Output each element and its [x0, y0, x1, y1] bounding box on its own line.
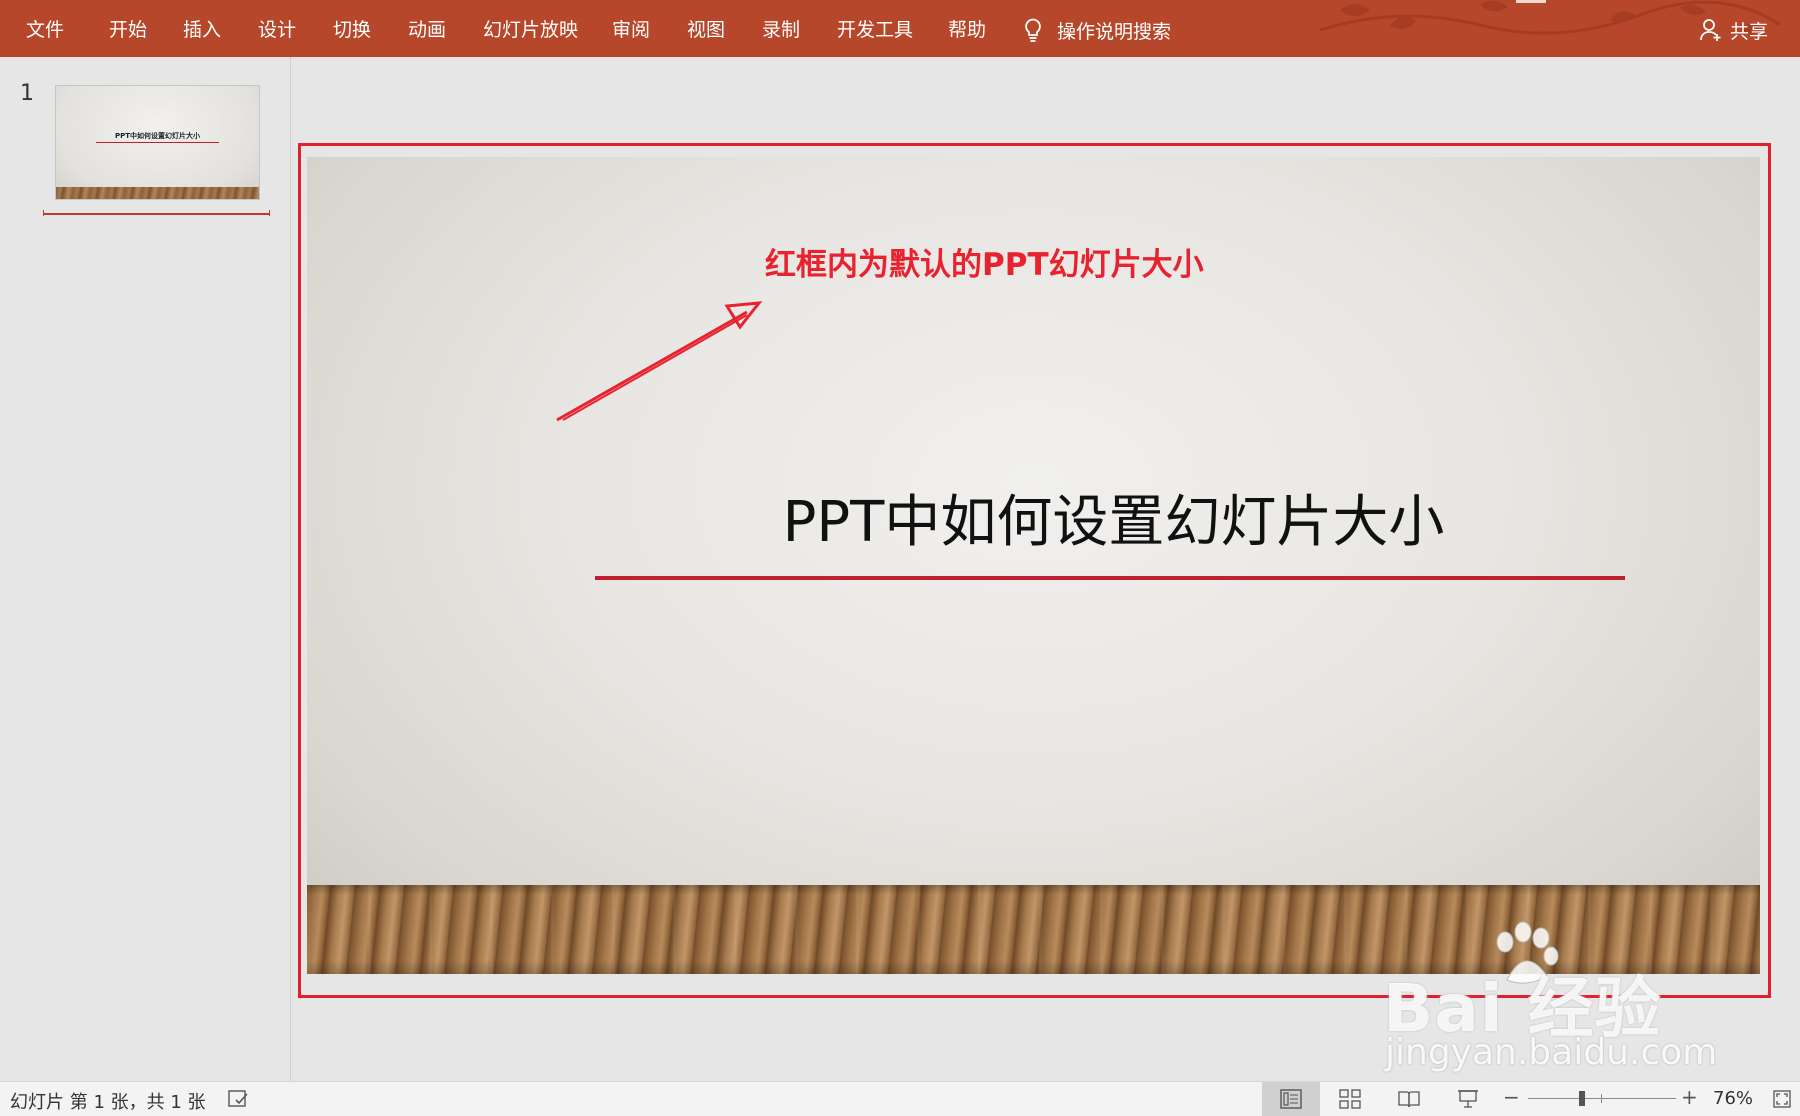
ribbon-tab-bar: 文件 开始 插入 设计 切换 动画 幻灯片放映 审阅 视图 录制 开发工具 帮助…	[0, 0, 1800, 57]
share-label: 共享	[1730, 20, 1769, 43]
tab-design[interactable]: 设计	[258, 18, 296, 42]
tab-animations[interactable]: 动画	[408, 18, 446, 42]
normal-view-button[interactable]	[1262, 1082, 1320, 1116]
tab-developer[interactable]: 开发工具	[837, 18, 913, 42]
tab-review[interactable]: 审阅	[612, 18, 650, 42]
tab-file[interactable]: 文件	[26, 18, 64, 42]
slideshow-view-button[interactable]	[1439, 1082, 1497, 1116]
thumbnail-floor	[56, 187, 259, 199]
status-bar: 幻灯片 第 1 张，共 1 张 − + 76%	[0, 1081, 1800, 1116]
baidu-watermark-url: jingyan.baidu.com	[1385, 1032, 1718, 1073]
zoom-out-button[interactable]: −	[1503, 1085, 1520, 1109]
thumbnail-number: 1	[20, 81, 34, 106]
zoom-slider-thumb[interactable]	[1579, 1091, 1585, 1106]
tab-view[interactable]: 视图	[687, 18, 725, 42]
slide-canvas[interactable]: 红框内为默认的PPT幻灯片大小 PPT中如何设置幻灯片大小	[307, 157, 1760, 974]
tab-record[interactable]: 录制	[762, 18, 800, 42]
slide-title[interactable]: PPT中如何设置幻灯片大小	[307, 477, 1760, 558]
spellcheck-icon[interactable]	[228, 1089, 250, 1109]
thumbnail-insertion-marker	[43, 210, 270, 216]
fit-to-window-icon[interactable]	[1772, 1089, 1792, 1109]
normal-view-icon	[1280, 1089, 1302, 1109]
reading-view-icon	[1398, 1091, 1420, 1108]
thumbnail-title: PPT中如何设置幻灯片大小	[114, 132, 201, 140]
title-underline	[595, 576, 1625, 580]
share-user-icon	[1700, 19, 1721, 41]
slide-sorter-icon	[1339, 1089, 1361, 1109]
annotation-arrow	[556, 301, 763, 422]
tell-me-search[interactable]: 操作说明搜索	[1023, 18, 1172, 43]
slide-thumbnail-pane: 1 PPT中如何设置幻灯片大小	[0, 57, 291, 1081]
tab-insert[interactable]: 插入	[183, 18, 221, 42]
reading-view-button[interactable]	[1380, 1082, 1438, 1116]
tab-home[interactable]: 开始	[109, 18, 147, 42]
zoom-slider-track[interactable]	[1528, 1098, 1676, 1099]
zoom-slider-center-tick	[1601, 1094, 1602, 1103]
slide-sorter-button[interactable]	[1321, 1082, 1379, 1116]
thumbnail-title-underline	[96, 142, 219, 143]
lightbulb-icon	[1025, 18, 1041, 42]
slide-count-status: 幻灯片 第 1 张，共 1 张	[10, 1092, 206, 1113]
slide-thumbnail[interactable]: PPT中如何设置幻灯片大小	[55, 85, 260, 200]
zoom-percentage[interactable]: 76%	[1713, 1088, 1753, 1109]
tab-help[interactable]: 帮助	[948, 18, 986, 42]
share-button[interactable]: 共享	[1700, 18, 1769, 43]
zoom-in-button[interactable]: +	[1681, 1085, 1698, 1109]
tell-me-label: 操作说明搜索	[1057, 20, 1172, 43]
tab-slideshow[interactable]: 幻灯片放映	[483, 18, 578, 42]
slideshow-view-icon	[1458, 1090, 1478, 1108]
tab-transitions[interactable]: 切换	[333, 18, 371, 42]
